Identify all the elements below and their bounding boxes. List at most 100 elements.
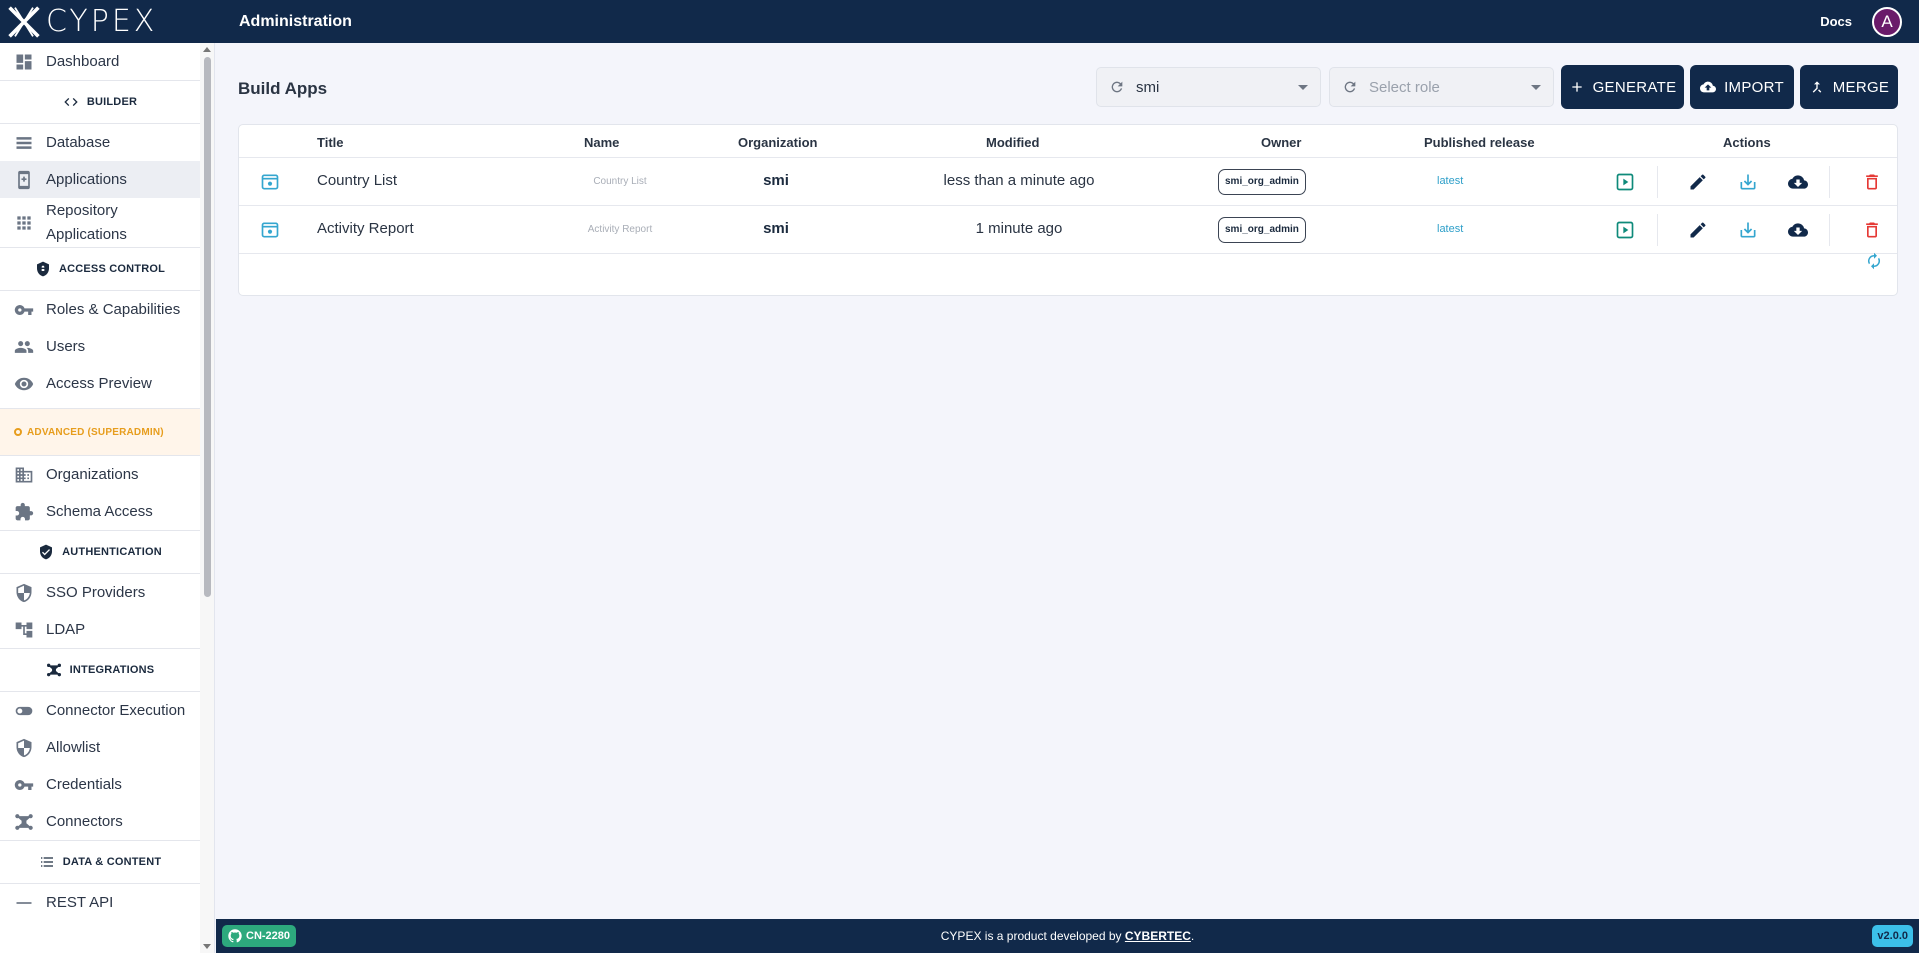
merge-button[interactable]: MERGE [1800, 65, 1898, 109]
table-row: Country List Country List smi less than … [239, 158, 1897, 206]
sidebar-item-connector-execution[interactable]: Connector Execution [0, 692, 200, 729]
play-icon[interactable] [1614, 171, 1636, 193]
sidebar-item-label: SSO Providers [46, 584, 146, 601]
edit-icon[interactable] [1687, 219, 1709, 241]
refresh-icon[interactable] [1109, 79, 1125, 95]
sidebar-item-organizations[interactable]: Organizations [0, 456, 200, 493]
app-title: Administration [239, 12, 352, 30]
cypex-logo[interactable]: CYPEX [0, 0, 215, 43]
advanced-icon [14, 428, 22, 436]
sidebar-item-roles[interactable]: Roles & Capabilities [0, 291, 200, 328]
sidebar-item-label: Repository Applications [46, 201, 127, 243]
top-bar: CYPEX Administration Docs A [0, 0, 1919, 43]
section-label: AUTHENTICATION [62, 546, 162, 558]
play-icon[interactable] [1614, 219, 1636, 241]
row-organization: smi [763, 220, 789, 237]
edit-icon[interactable] [1687, 171, 1709, 193]
header-name[interactable]: Name [584, 135, 619, 150]
hub-icon [14, 812, 34, 832]
sidebar-item-applications[interactable]: Applications [0, 161, 200, 198]
sidebar-item-ldap[interactable]: LDAP [0, 611, 200, 648]
table-refresh-icon[interactable] [1865, 252, 1883, 270]
table-row: Activity Report Activity Report smi 1 mi… [239, 206, 1897, 254]
import-button-label: IMPORT [1724, 78, 1784, 96]
section-builder: BUILDER [0, 80, 200, 124]
owner-chip[interactable]: smi_org_admin [1218, 217, 1306, 243]
dashboard-icon [14, 52, 34, 72]
key-icon [14, 775, 34, 795]
sidebar-item-credentials[interactable]: Credentials [0, 766, 200, 803]
import-button[interactable]: IMPORT [1690, 65, 1794, 109]
header-owner[interactable]: Owner [1261, 135, 1301, 150]
people-icon [14, 337, 34, 357]
download-icon[interactable] [1737, 171, 1759, 193]
shield-icon [14, 738, 34, 758]
header-organization[interactable]: Organization [738, 135, 817, 150]
branch-badge[interactable]: CN-2280 [222, 925, 297, 947]
cloud-download-icon[interactable] [1787, 171, 1809, 193]
page-title: Build Apps [238, 79, 328, 98]
sidebar-item-sso-providers[interactable]: SSO Providers [0, 574, 200, 611]
role-select-placeholder: Select role [1369, 78, 1440, 96]
tree-icon [14, 620, 34, 640]
row-title: Country List [317, 172, 398, 189]
section-access-control: ACCESS CONTROL [0, 247, 200, 291]
list-icon [40, 857, 53, 867]
section-data-content: DATA & CONTENT [0, 840, 200, 884]
building-icon [14, 465, 34, 485]
refresh-icon[interactable] [1342, 79, 1358, 95]
github-icon [228, 929, 242, 943]
delete-icon[interactable] [1861, 219, 1883, 241]
generate-button[interactable]: GENERATE [1561, 65, 1684, 109]
cloud-upload-icon [1700, 81, 1717, 93]
published-release-link[interactable]: latest [1437, 223, 1463, 235]
sidebar-item-connectors[interactable]: Connectors [0, 803, 200, 840]
owner-chip[interactable]: smi_org_admin [1218, 169, 1306, 195]
sidebar-item-repository-applications[interactable]: Repository Applications [0, 198, 200, 247]
sidebar-item-allowlist[interactable]: Allowlist [0, 729, 200, 766]
sidebar-item-database[interactable]: Database [0, 124, 200, 161]
cloud-download-icon[interactable] [1787, 219, 1809, 241]
sidebar-scrollbar[interactable] [200, 43, 214, 953]
section-advanced: ADVANCED (SUPERADMIN) [0, 408, 200, 456]
sidebar-item-dashboard[interactable]: Dashboard [0, 43, 200, 80]
delete-icon[interactable] [1861, 171, 1883, 193]
sidebar-item-users[interactable]: Users [0, 328, 200, 365]
sidebar: Dashboard BUILDER Database Applications … [0, 43, 215, 953]
hub-icon [46, 663, 61, 677]
footer: CN-2280 CYPEX is a product developed by … [216, 919, 1919, 953]
download-icon[interactable] [1737, 219, 1759, 241]
version-badge: v2.0.0 [1872, 925, 1913, 947]
apps-table: Title Name Organization Modified Owner P… [238, 124, 1898, 296]
sidebar-item-rest-api[interactable]: REST API [0, 884, 200, 921]
organization-select-value: smi [1136, 78, 1160, 96]
shield-lock-icon [36, 261, 49, 277]
header-actions: Actions [1723, 135, 1771, 150]
published-release-link[interactable]: latest [1437, 175, 1463, 187]
organization-select[interactable]: smi [1096, 67, 1321, 107]
scroll-down-arrow-icon[interactable] [203, 944, 211, 949]
app-add-icon [14, 170, 34, 190]
role-select[interactable]: Select role [1329, 67, 1554, 107]
docs-link[interactable]: Docs [1820, 14, 1852, 29]
scroll-up-arrow-icon[interactable] [203, 47, 211, 52]
sidebar-item-label: Organizations [46, 466, 139, 483]
header-title[interactable]: Title [317, 135, 344, 150]
sidebar-item-access-preview[interactable]: Access Preview [0, 365, 200, 402]
section-authentication: AUTHENTICATION [0, 530, 200, 574]
preview-icon[interactable] [259, 219, 281, 241]
merge-icon [1812, 81, 1822, 93]
sidebar-item-label: Database [46, 134, 111, 151]
sidebar-item-schema-access[interactable]: Schema Access [0, 493, 200, 530]
table-header: Title Name Organization Modified Owner P… [239, 125, 1897, 158]
preview-icon[interactable] [259, 171, 281, 193]
section-label: DATA & CONTENT [62, 856, 162, 868]
header-published-release[interactable]: Published release [1424, 135, 1535, 150]
branch-badge-label: CN-2280 [246, 930, 291, 942]
user-avatar[interactable]: A [1872, 6, 1902, 37]
sidebar-item-label: Connector Execution [46, 702, 186, 719]
toggle-icon [14, 701, 34, 721]
cybertec-link[interactable]: CYBERTEC [1125, 929, 1191, 943]
header-modified[interactable]: Modified [986, 135, 1039, 150]
sidebar-scroll-thumb[interactable] [204, 57, 211, 597]
